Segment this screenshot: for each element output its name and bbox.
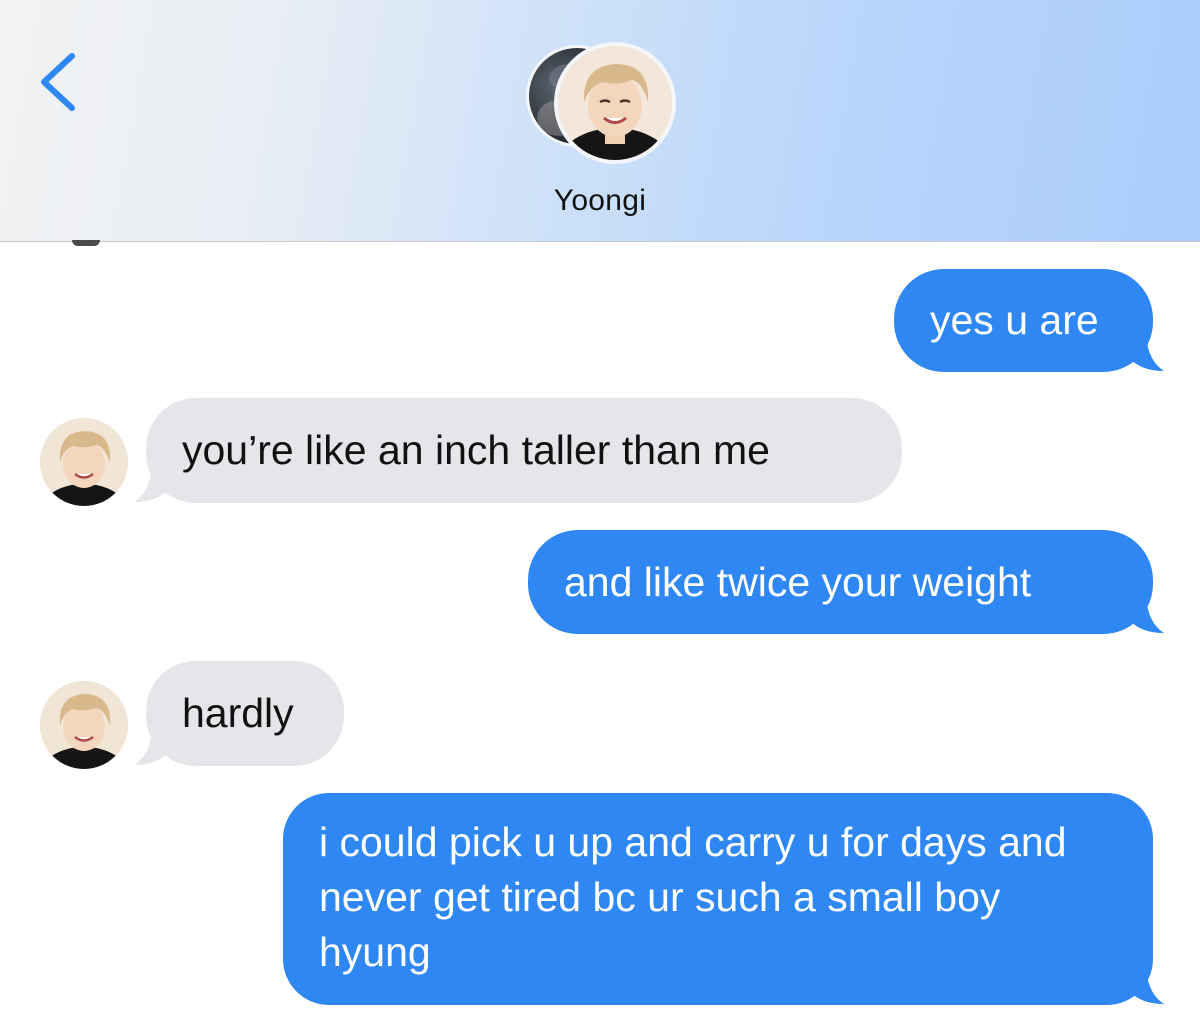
- sent-bubble-tail: [1130, 335, 1164, 371]
- chevron-left-icon: [41, 53, 75, 111]
- sender-avatar[interactable]: [40, 681, 128, 769]
- sent-message-bubble[interactable]: and like twice your weight: [528, 530, 1153, 634]
- received-message-bubble[interactable]: hardly: [146, 661, 344, 766]
- back-button[interactable]: [34, 50, 82, 114]
- sent-bubble-tail: [1130, 597, 1164, 633]
- received-bubble-tail: [134, 466, 168, 502]
- sent-message-bubble[interactable]: yes u are: [894, 269, 1153, 372]
- message-text: i could pick u up and carry u for days a…: [319, 819, 1067, 975]
- previous-message-edge: [72, 240, 100, 246]
- contact-avatar-group[interactable]: [526, 42, 676, 164]
- sender-avatar[interactable]: [40, 418, 128, 506]
- message-text: you’re like an inch taller than me: [182, 427, 770, 473]
- conversation-header: Yoongi: [0, 0, 1200, 242]
- contact-avatar: [554, 42, 676, 164]
- received-bubble-tail: [134, 729, 168, 765]
- sent-bubble-tail: [1130, 968, 1164, 1004]
- contact-name[interactable]: Yoongi: [0, 184, 1200, 218]
- message-text: hardly: [182, 690, 294, 736]
- message-text: yes u are: [930, 297, 1099, 343]
- received-message-bubble[interactable]: you’re like an inch taller than me: [146, 398, 902, 503]
- message-text: and like twice your weight: [564, 559, 1032, 605]
- sent-message-bubble[interactable]: i could pick u up and carry u for days a…: [283, 793, 1153, 1005]
